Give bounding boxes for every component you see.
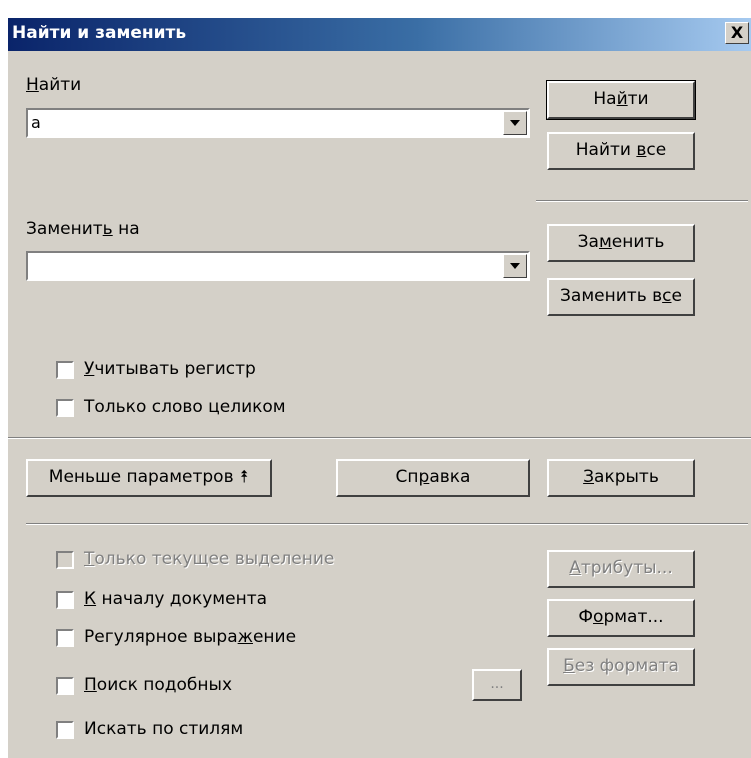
styles-checkbox[interactable] [56,721,74,739]
replace-button[interactable]: Заменить [547,224,695,262]
no-format-button[interactable]: Без формата [547,648,695,686]
find-combobox[interactable]: a [26,108,530,138]
separator [536,200,748,202]
chevron-down-icon[interactable] [503,111,527,135]
similarity-label: Поиск подобных [84,675,233,695]
replace-label: Заменить на [26,219,140,239]
find-input[interactable]: a [31,113,41,132]
backwards-checkbox[interactable] [56,591,74,609]
dialog-title: Найти и заменить [12,23,187,43]
close-icon[interactable]: X [725,22,749,44]
whole-words-checkbox[interactable] [56,399,74,417]
backwards-label: К началу документа [84,589,268,609]
chevron-down-icon[interactable] [503,254,527,278]
replace-combobox[interactable] [26,251,530,281]
similarity-checkbox[interactable] [56,677,74,695]
whole-words-label: Только слово целиком [84,397,286,417]
current-selection-label: Только текущее выделение [84,549,335,569]
find-label: Найти [26,75,82,95]
help-button[interactable]: Справка [336,459,530,497]
attributes-button[interactable]: Атрибуты... [547,550,695,588]
regex-label: Регулярное выражение [84,627,297,647]
match-case-label: Учитывать регистр [84,359,256,379]
styles-label: Искать по стилям [84,719,244,739]
similarity-options-button[interactable]: ... [472,669,522,701]
match-case-checkbox[interactable] [56,361,74,379]
find-replace-dialog: Найти и заменить X Найти a Найти Найти в… [8,18,751,758]
separator [8,437,751,439]
find-all-button[interactable]: Найти все [547,132,695,170]
find-button[interactable]: Найти [546,80,696,120]
title-bar: Найти и заменить X [8,18,751,51]
regex-checkbox[interactable] [56,629,74,647]
replace-all-button[interactable]: Заменить все [547,278,695,316]
close-button[interactable]: Закрыть [547,459,695,497]
fewer-options-button[interactable]: Меньше параметров ⯭ [26,459,272,497]
format-button[interactable]: Формат... [547,599,695,637]
current-selection-checkbox[interactable] [56,551,74,569]
separator [26,523,748,525]
